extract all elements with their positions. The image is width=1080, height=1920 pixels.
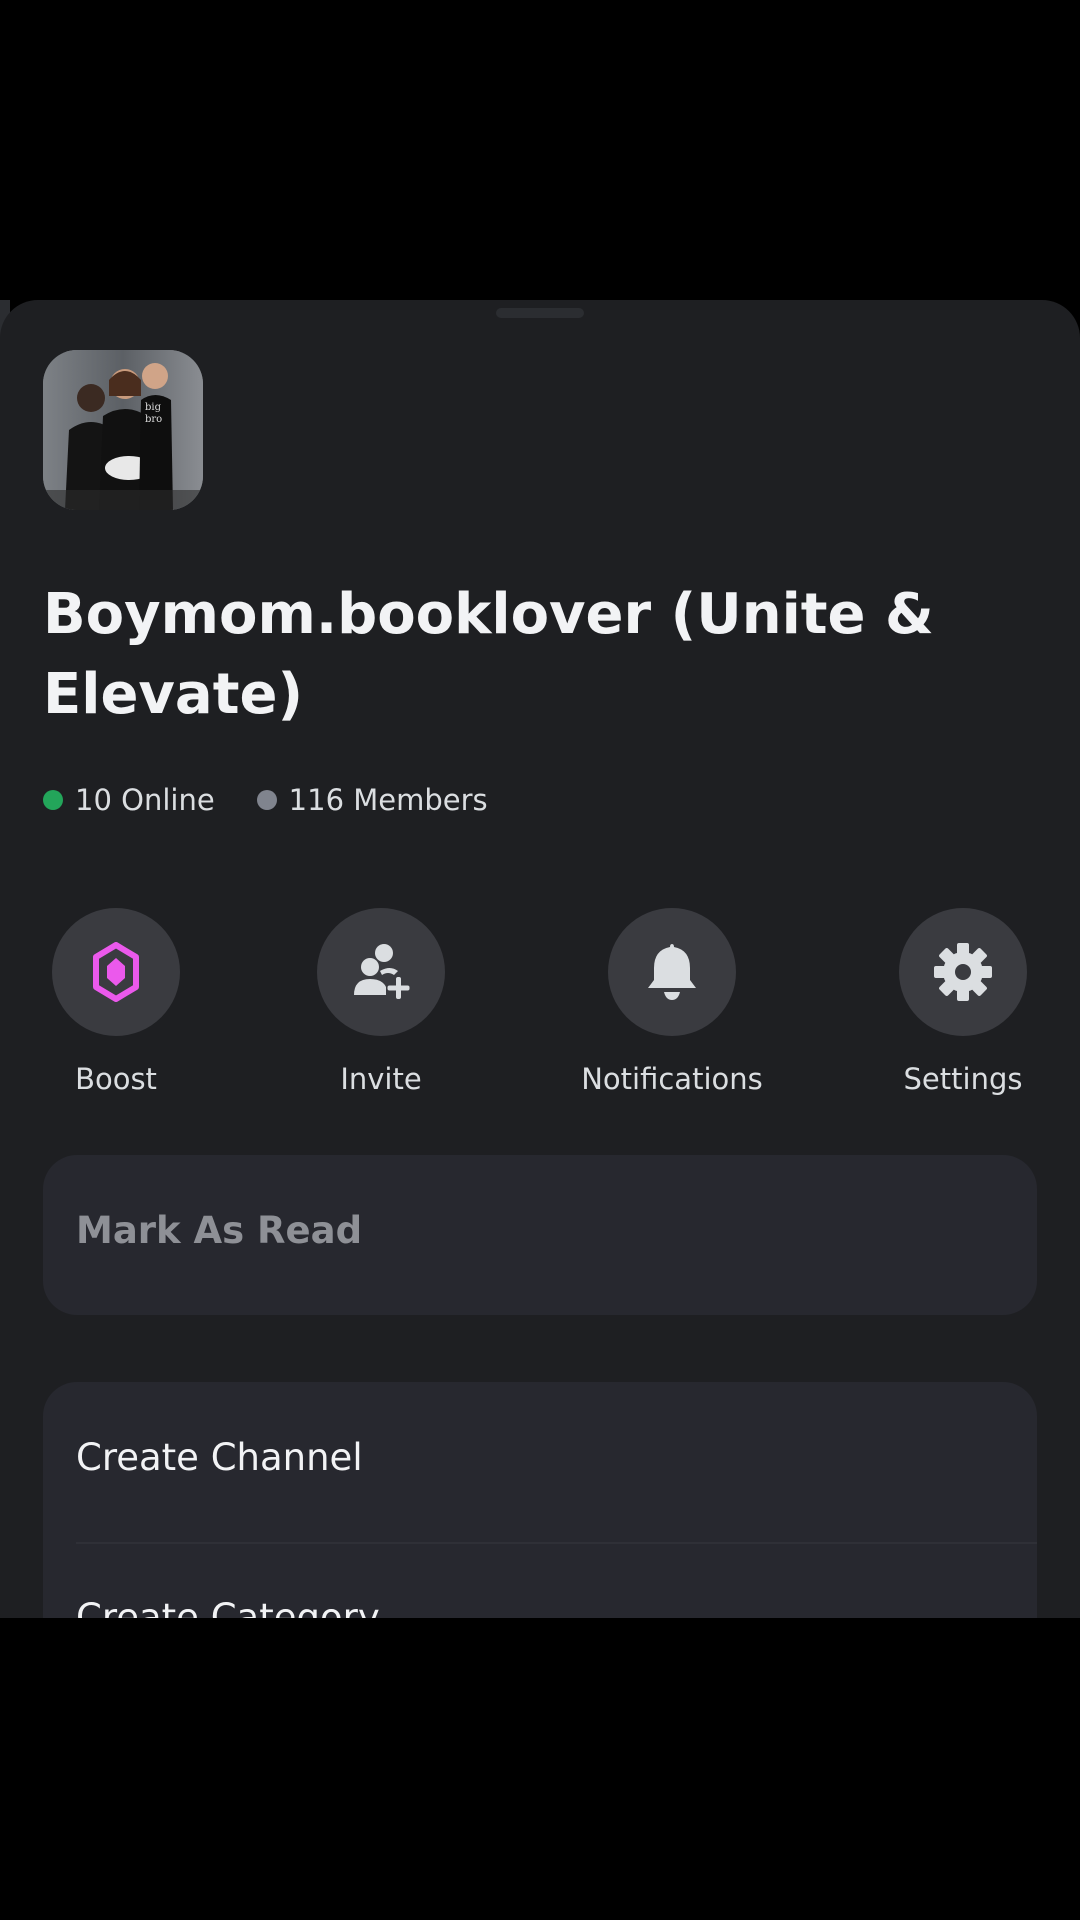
nitro-boost-gem-icon xyxy=(93,942,139,1002)
invite-circle[interactable] xyxy=(317,908,445,1036)
bell-icon xyxy=(648,944,696,1000)
member-count-label: 116 Members xyxy=(288,783,488,817)
online-count-label: 10 Online xyxy=(75,783,215,817)
member-count: 116 Members xyxy=(256,783,488,817)
mark-as-read-button[interactable]: Mark As Read xyxy=(43,1155,1037,1315)
online-count: 10 Online xyxy=(43,783,215,817)
svg-text:big: big xyxy=(145,402,162,413)
settings-circle[interactable] xyxy=(899,908,1027,1036)
create-category-item[interactable]: Create Category xyxy=(76,1596,380,1618)
online-status-dot xyxy=(43,790,63,810)
notifications-label: Notifications xyxy=(581,1062,763,1096)
settings-button[interactable]: Settings xyxy=(863,908,1063,1096)
server-stats: 10 Online 116 Members xyxy=(43,780,530,820)
menu-divider xyxy=(76,1542,1037,1544)
channel-menu: Create Channel Create Category xyxy=(43,1382,1037,1618)
server-icon: big bro xyxy=(43,350,203,510)
notifications-button[interactable]: Notifications xyxy=(572,908,772,1096)
settings-label: Settings xyxy=(903,1062,1023,1096)
invite-button[interactable]: Invite xyxy=(281,908,481,1096)
server-actions: Boost Invite Notifications Settings xyxy=(0,908,1080,1108)
boost-button[interactable]: Boost xyxy=(16,908,216,1096)
boost-circle[interactable] xyxy=(52,908,180,1036)
server-bottom-sheet: big bro Boymom.booklover (Unite & Elevat… xyxy=(0,300,1080,1618)
add-user-icon xyxy=(354,944,410,999)
gear-icon xyxy=(934,943,992,1001)
members-status-dot xyxy=(256,790,277,810)
notifications-circle[interactable] xyxy=(608,908,736,1036)
boost-label: Boost xyxy=(75,1062,157,1096)
svg-text:bro: bro xyxy=(145,414,162,425)
drag-handle[interactable] xyxy=(496,308,584,318)
invite-label: Invite xyxy=(340,1062,422,1096)
create-channel-item[interactable]: Create Channel xyxy=(76,1436,363,1479)
mark-as-read-label: Mark As Read xyxy=(76,1209,363,1252)
server-name: Boymom.booklover (Unite & Elevate) xyxy=(43,582,934,727)
